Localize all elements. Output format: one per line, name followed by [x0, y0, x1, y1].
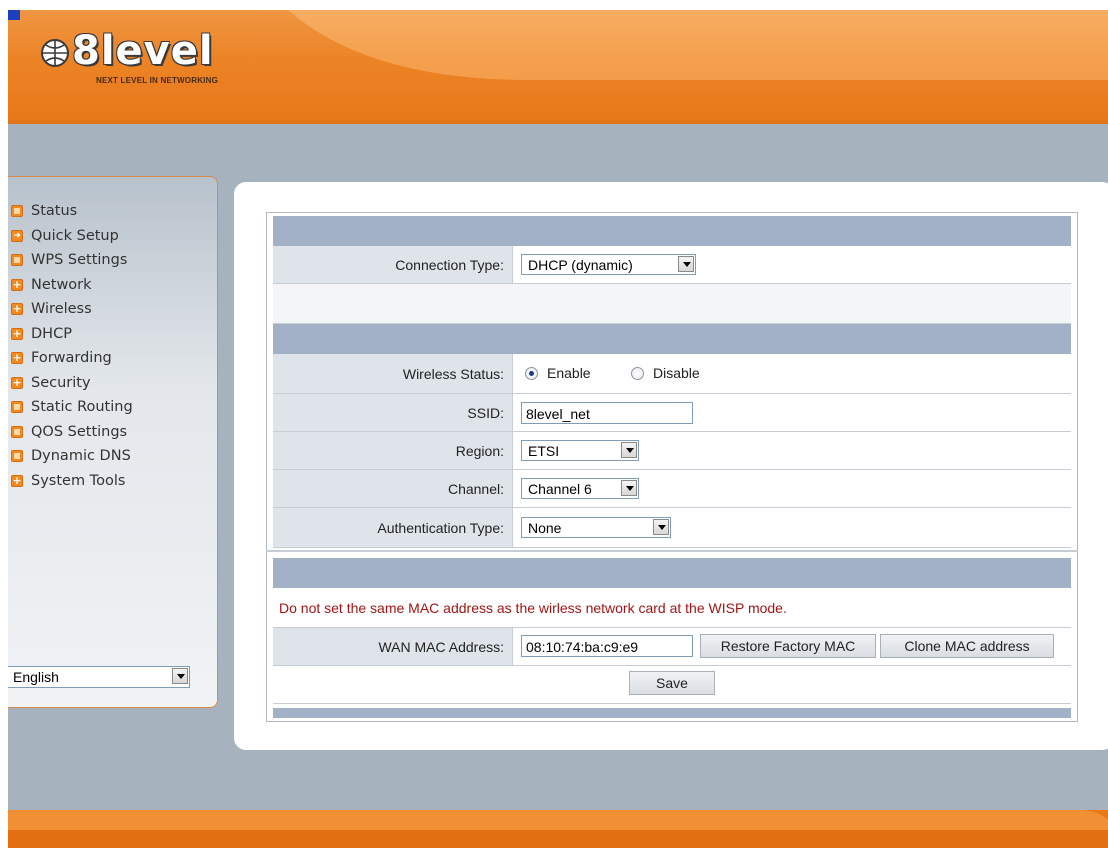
sidebar-item-label: Dynamic DNS	[31, 448, 131, 465]
square-icon	[11, 450, 23, 463]
chevron-down-icon[interactable]	[621, 480, 637, 496]
region-select[interactable]: ETSI	[521, 440, 639, 461]
sidebar-item-label: System Tools	[31, 472, 126, 489]
section-header-wireless	[273, 324, 1071, 354]
auth-type-row: Authentication Type: None	[273, 508, 1071, 548]
wireless-status-row: Wireless Status: Enable Disable	[273, 354, 1071, 394]
ssid-input[interactable]: 8level_net	[521, 402, 693, 424]
disable-radio[interactable]	[631, 367, 644, 380]
header-bar: 8level NEXT LEVEL IN NETWORKING	[8, 10, 1108, 120]
sidebar-item-static-routing[interactable]: Static Routing	[11, 395, 133, 420]
wireless-status-label: Wireless Status:	[402, 365, 504, 382]
channel-row: Channel: Channel 6	[273, 470, 1071, 508]
sidebar-item-label: Security	[31, 374, 91, 391]
region-row: Region: ETSI	[273, 432, 1071, 470]
language-select[interactable]: English	[8, 666, 190, 688]
square-icon	[11, 425, 23, 438]
sidebar: Status ➜ Quick Setup WPS Settings + Networ…	[8, 176, 218, 708]
sidebar-item-network[interactable]: + Network	[11, 273, 133, 298]
sidebar-item-label: Forwarding	[31, 350, 112, 367]
sidebar-item-status[interactable]: Status	[11, 199, 133, 224]
connection-type-select[interactable]: DHCP (dynamic)	[521, 254, 696, 275]
wan-mac-label: WAN MAC Address:	[378, 638, 504, 655]
connection-type-row: Connection Type: DHCP (dynamic)	[273, 246, 1071, 284]
chevron-down-icon[interactable]	[678, 256, 694, 272]
clone-mac-button[interactable]: Clone MAC address	[880, 634, 1054, 658]
save-row: Save	[273, 666, 1071, 704]
channel-label: Channel:	[447, 480, 504, 497]
square-icon	[11, 205, 23, 218]
logo-tagline: NEXT LEVEL IN NETWORKING	[96, 76, 218, 85]
square-icon	[11, 254, 23, 267]
square-icon	[11, 401, 23, 414]
region-value: ETSI	[528, 443, 560, 459]
channel-value: Channel 6	[528, 481, 592, 497]
auth-type-label: Authentication Type:	[377, 519, 504, 536]
enable-radio[interactable]	[525, 367, 538, 380]
brand-logo: 8level NEXT LEVEL IN NETWORKING	[38, 28, 258, 102]
footer-bar	[8, 810, 1108, 848]
plus-icon: +	[11, 277, 23, 291]
language-value: English	[13, 669, 59, 685]
connection-type-label: Connection Type:	[395, 256, 504, 273]
sidebar-item-label: Network	[31, 276, 92, 293]
sidebar-item-system-tools[interactable]: + System Tools	[11, 469, 133, 494]
ssid-value: 8level_net	[526, 406, 590, 422]
channel-select[interactable]: Channel 6	[521, 478, 639, 499]
sidebar-item-wireless[interactable]: + Wireless	[11, 297, 133, 322]
auth-type-value: None	[528, 520, 562, 536]
section-footer-band	[273, 708, 1071, 718]
chevron-down-icon[interactable]	[621, 442, 637, 458]
sidebar-item-forwarding[interactable]: + Forwarding	[11, 346, 133, 371]
sidebar-item-label: Wireless	[31, 301, 92, 318]
router-admin-page: 8level NEXT LEVEL IN NETWORKING Status ➜…	[8, 10, 1108, 848]
sidebar-item-label: Status	[31, 203, 78, 220]
header-divider	[8, 120, 1108, 124]
corner-marker	[8, 10, 20, 20]
plus-icon: +	[11, 302, 23, 316]
chevron-down-icon[interactable]	[172, 668, 188, 684]
save-button[interactable]: Save	[629, 671, 715, 695]
logo-text: 8level	[72, 28, 214, 74]
sidebar-item-label: Quick Setup	[31, 227, 119, 244]
wan-mac-input[interactable]: 08:10:74:ba:c9:e9	[521, 635, 693, 657]
mac-warning-row: Do not set the same MAC address as the w…	[273, 588, 1071, 628]
plus-icon: +	[11, 326, 23, 340]
disable-radio-label: Disable	[653, 365, 700, 381]
sidebar-item-qos-settings[interactable]: QOS Settings	[11, 420, 133, 445]
arrow-icon: ➜	[11, 229, 23, 242]
enable-radio-label: Enable	[547, 365, 591, 381]
ssid-row: SSID: 8level_net	[273, 394, 1071, 432]
plus-icon: +	[11, 473, 23, 487]
auth-type-select[interactable]: None	[521, 517, 671, 538]
connection-type-value: DHCP (dynamic)	[528, 257, 633, 273]
sidebar-item-label: DHCP	[31, 325, 72, 342]
globe-icon	[41, 39, 69, 67]
section-divider	[266, 550, 1078, 552]
chevron-down-icon[interactable]	[653, 519, 669, 535]
plus-icon: +	[11, 351, 23, 365]
sidebar-item-label: QOS Settings	[31, 423, 128, 440]
section-header-mac	[273, 558, 1071, 588]
sidebar-item-dhcp[interactable]: + DHCP	[11, 322, 133, 347]
wan-mac-row: WAN MAC Address: 08:10:74:ba:c9:e9 Resto…	[273, 628, 1071, 666]
plus-icon: +	[11, 375, 23, 389]
sidebar-item-dynamic-dns[interactable]: Dynamic DNS	[11, 444, 133, 469]
wan-mac-value: 08:10:74:ba:c9:e9	[526, 639, 639, 655]
restore-factory-mac-button[interactable]: Restore Factory MAC	[700, 634, 876, 658]
sidebar-item-quick-setup[interactable]: ➜ Quick Setup	[11, 224, 133, 249]
sidebar-item-security[interactable]: + Security	[11, 371, 133, 396]
ssid-label: SSID:	[467, 404, 504, 421]
mac-warning-text: Do not set the same MAC address as the w…	[279, 600, 787, 616]
sidebar-item-wps-settings[interactable]: WPS Settings	[11, 248, 133, 273]
section-header-wan	[273, 216, 1071, 246]
empty-row	[273, 284, 1071, 324]
sidebar-item-label: WPS Settings	[31, 252, 128, 269]
sidebar-item-label: Static Routing	[31, 399, 133, 416]
sidebar-menu: Status ➜ Quick Setup WPS Settings + Networ…	[11, 199, 133, 493]
region-label: Region:	[455, 442, 504, 459]
